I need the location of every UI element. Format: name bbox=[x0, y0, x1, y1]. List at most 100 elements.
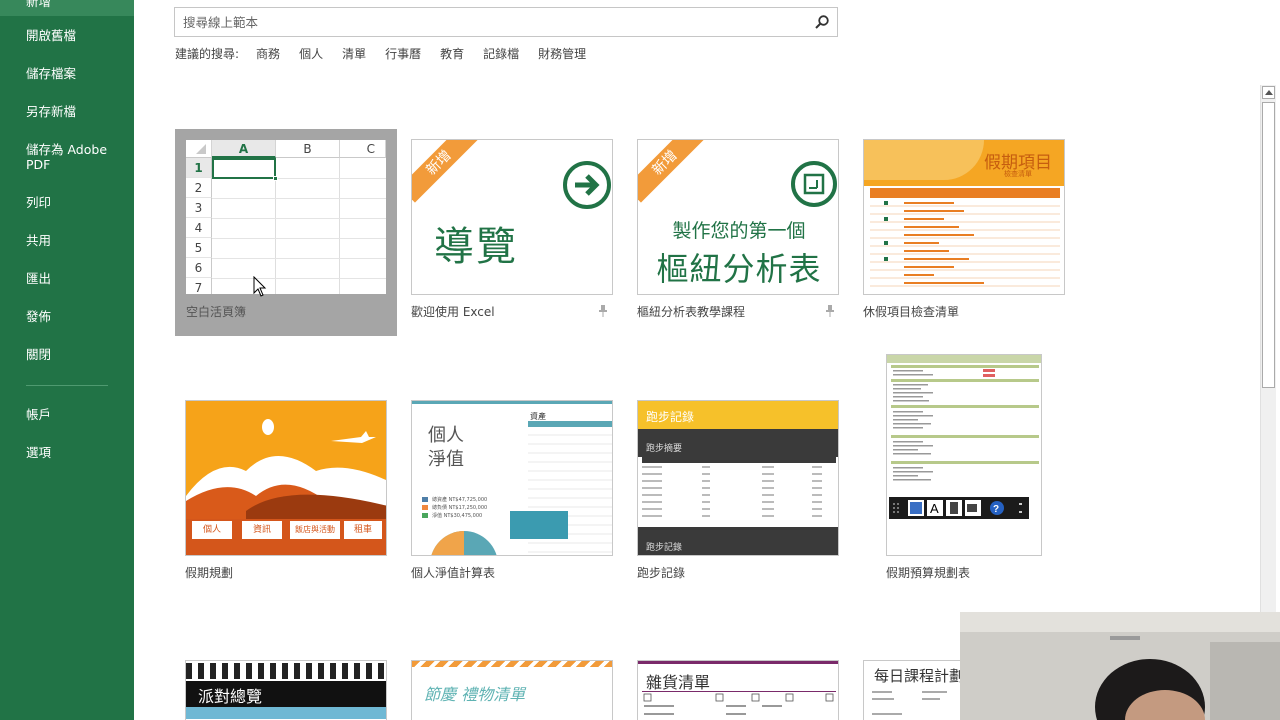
webcam-overlay bbox=[960, 612, 1280, 720]
template-label: 假期預算規劃表 bbox=[886, 566, 971, 580]
pin-icon[interactable] bbox=[598, 305, 608, 317]
legend-swatch bbox=[422, 497, 428, 502]
fill-handle bbox=[273, 176, 278, 181]
row-header: 5 bbox=[186, 238, 212, 258]
template-thumbnail: 假期項目 檢查清單 bbox=[863, 139, 1065, 295]
sidebar-item-print[interactable]: 列印 bbox=[0, 195, 134, 210]
thumb-title2: 淨值 bbox=[428, 449, 464, 470]
pivot-circle-icon bbox=[791, 161, 837, 207]
active-cell bbox=[212, 158, 276, 179]
thumb-pattern bbox=[412, 661, 612, 667]
thumb-rows bbox=[872, 691, 947, 715]
column-header: C bbox=[340, 140, 386, 158]
pin-icon[interactable] bbox=[825, 305, 835, 317]
sidebar-divider bbox=[26, 385, 108, 386]
thumb-rows bbox=[643, 693, 834, 715]
floating-toolbar: A ? bbox=[889, 497, 1029, 519]
suggestion-link[interactable]: 個人 bbox=[299, 45, 323, 63]
template-label: 假期規劃 bbox=[185, 566, 234, 580]
thumb-table-rows bbox=[870, 201, 1060, 287]
sidebar-item-new[interactable]: 新增 bbox=[0, 0, 134, 16]
template-thumbnail: 雜貨清單 bbox=[637, 660, 839, 720]
sidebar-item-options[interactable]: 選項 bbox=[0, 445, 134, 460]
suggestion-link[interactable]: 記錄檔 bbox=[483, 45, 519, 63]
suggested-searches-label: 建議的搜尋: bbox=[175, 47, 240, 61]
suggestion-link[interactable]: 教育 bbox=[440, 45, 464, 63]
thumb-topbar bbox=[412, 401, 612, 404]
select-all-corner bbox=[186, 140, 212, 158]
template-thumbnail: 個人 資訊 飯店與活動 租車 bbox=[185, 400, 387, 556]
template-label: 跑步記錄 bbox=[637, 566, 686, 580]
search-input[interactable] bbox=[183, 13, 803, 31]
thumb-line1: 製作您的第一個 bbox=[672, 220, 806, 242]
suggestion-link[interactable]: 商務 bbox=[256, 45, 280, 63]
sidebar-item-open[interactable]: 開啟舊檔 bbox=[0, 28, 134, 43]
suggestion-link[interactable]: 行事曆 bbox=[385, 45, 421, 63]
template-label: 歡迎使用 Excel bbox=[411, 305, 495, 319]
thumb-title: 導覽 bbox=[434, 224, 518, 270]
thumb-table bbox=[638, 457, 838, 527]
template-label: 休假項目檢查清單 bbox=[863, 305, 960, 319]
sidebar-item-export[interactable]: 匯出 bbox=[0, 271, 134, 286]
sidebar-item-save-pdf[interactable]: 儲存為 Adobe PDF bbox=[0, 142, 116, 172]
thumb-title1: 個人 bbox=[428, 425, 464, 446]
scroll-up-arrow-icon[interactable] bbox=[1262, 86, 1275, 99]
row-header: 3 bbox=[186, 198, 212, 218]
sidebar-item-save[interactable]: 儲存檔案 bbox=[0, 66, 134, 81]
grid-line bbox=[212, 218, 386, 219]
thumb-pattern bbox=[186, 663, 386, 679]
row-header: 1 bbox=[186, 158, 212, 178]
arrow-right-circle-icon bbox=[563, 161, 611, 209]
thumb-table-header bbox=[870, 188, 1060, 198]
thumb-title: 派對總覽 bbox=[198, 687, 263, 706]
template-label: 樞紐分析表教學課程 bbox=[637, 305, 746, 319]
thumb-footer: 跑步記錄 bbox=[646, 543, 683, 553]
thumb-title: 節慶 禮物清單 bbox=[424, 685, 526, 704]
template-thumbnail: 個人 淨值 資產 總資產 NT$47,725,000 總負債 NT$17,250… bbox=[411, 400, 613, 556]
suggested-searches: 建議的搜尋: 商務 個人 清單 行事曆 教育 記錄檔 財務管理 bbox=[175, 45, 605, 63]
toolbar-icons: A ? bbox=[893, 500, 1022, 516]
sidebar-item-close[interactable]: 關閉 bbox=[0, 347, 134, 362]
template-thumbnail: 新增 製作您的第一個 樞紐分析表 bbox=[637, 139, 839, 295]
sidebar-item-save-as[interactable]: 另存新檔 bbox=[0, 104, 134, 119]
thumb-rule bbox=[642, 691, 836, 692]
new-badge: 新增 bbox=[412, 140, 479, 203]
template-label: 空白活頁簿 bbox=[186, 305, 247, 319]
template-label: 個人淨值計算表 bbox=[411, 566, 496, 580]
legend-swatch bbox=[422, 513, 428, 518]
suggestion-link[interactable]: 清單 bbox=[342, 45, 366, 63]
grid-line bbox=[212, 198, 386, 199]
presenter-video bbox=[960, 612, 1280, 720]
thumb-rows bbox=[891, 365, 1039, 481]
sidebar-item-account[interactable]: 帳戶 bbox=[0, 407, 134, 422]
thumb-tag: 資訊 bbox=[242, 521, 282, 539]
template-thumbnail: 跑步記錄 跑步摘要 跑步記錄 bbox=[637, 400, 839, 556]
thumb-subtitle: 跑步摘要 bbox=[646, 444, 683, 454]
row-header: 2 bbox=[186, 178, 212, 198]
suggestion-link[interactable]: 財務管理 bbox=[538, 45, 586, 63]
template-search-box bbox=[174, 7, 838, 37]
svg-text:?: ? bbox=[993, 504, 999, 515]
thumb-line2: 樞紐分析表 bbox=[656, 250, 822, 288]
thumb-title: 跑步記錄 bbox=[646, 410, 695, 424]
column-header: B bbox=[276, 140, 340, 158]
grid-line bbox=[212, 258, 386, 259]
backstage-sidebar: 新增 開啟舊檔 儲存檔案 另存新檔 儲存為 Adobe PDF 列印 共用 匯出… bbox=[0, 0, 134, 720]
sidebar-item-publish[interactable]: 發佈 bbox=[0, 309, 134, 324]
grid-line bbox=[212, 238, 386, 239]
thumb-tag: 飯店與活動 bbox=[290, 521, 340, 539]
search-icon[interactable] bbox=[814, 14, 830, 30]
column-header: A bbox=[212, 140, 276, 158]
template-thumbnail: 新增 導覽 bbox=[411, 139, 613, 295]
row-header: 7 bbox=[186, 278, 212, 294]
thumb-pie bbox=[431, 531, 497, 555]
sidebar-item-share[interactable]: 共用 bbox=[0, 233, 134, 248]
legend-item: 淨值 NT$30,475,000 bbox=[432, 513, 483, 519]
thumb-header bbox=[887, 355, 1041, 363]
thumb-title: 雜貨清單 bbox=[646, 673, 711, 692]
template-thumbnail: 節慶 禮物清單 bbox=[411, 660, 613, 720]
legend-item: 總負債 NT$17,250,000 bbox=[432, 505, 488, 511]
scrollbar-thumb[interactable] bbox=[1262, 102, 1275, 388]
thumb-callout bbox=[510, 511, 568, 539]
grid-line bbox=[212, 278, 386, 279]
